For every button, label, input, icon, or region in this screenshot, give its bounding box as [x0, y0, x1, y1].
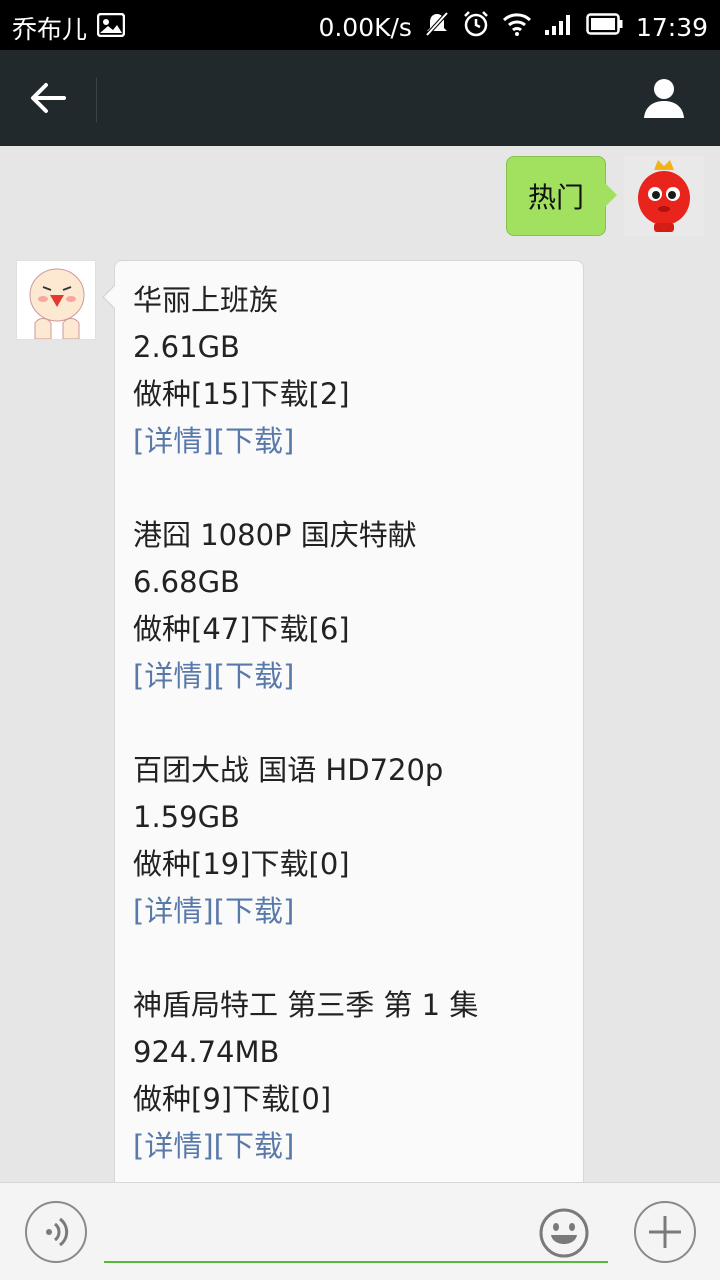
entry-links: [详情][下载] — [133, 888, 565, 935]
voice-button[interactable] — [25, 1201, 87, 1263]
plus-icon — [649, 1216, 681, 1248]
entry-links: [详情][下载] — [133, 653, 565, 700]
download-link[interactable]: [下载] — [214, 424, 295, 458]
voice-icon — [46, 1217, 69, 1247]
status-bar: 乔布儿 0.00K/s 17:39 — [0, 0, 720, 50]
entry-title: 神盾局特工 第三季 第 1 集 — [133, 988, 479, 1022]
entry-size: 1.59GB — [133, 800, 240, 834]
entry-size: 2.61GB — [133, 330, 240, 364]
entry-stats: 做种[47]下载[6] — [133, 612, 350, 646]
entry-size: 924.74MB — [133, 1035, 280, 1069]
entry-title: 百团大战 国语 HD720p — [133, 753, 444, 787]
entry-links: [详情][下载] — [133, 418, 565, 465]
detail-link[interactable]: [详情] — [133, 1129, 214, 1163]
title-bar — [0, 50, 720, 146]
entry-size: 6.68GB — [133, 565, 240, 599]
cartoon-face-avatar-icon — [17, 261, 95, 339]
list-item: 港囧 1080P 国庆特献 6.68GB 做种[47]下载[6] [详情][下载… — [133, 512, 565, 700]
mute-icon — [424, 11, 450, 43]
list-item: 华丽上班族 2.61GB 做种[15]下载[2] [详情][下载] — [133, 277, 565, 465]
list-item: 百团大战 国语 HD720p 1.59GB 做种[19]下载[0] [详情][下… — [133, 747, 565, 935]
chat-area[interactable]: 热门 华丽上班族 2.61GB 做种[15]下载[2] [详情][下载] 港囧 … — [0, 146, 720, 1182]
sent-message-bubble[interactable]: 热门 — [506, 156, 617, 236]
emoji-icon — [539, 1208, 589, 1258]
detail-link[interactable]: [详情] — [133, 894, 214, 928]
entry-stats: 做种[15]下载[2] — [133, 377, 350, 411]
bot-avatar[interactable] — [16, 260, 96, 340]
my-avatar[interactable] — [624, 156, 704, 236]
message-input[interactable] — [104, 1201, 608, 1263]
profile-button[interactable] — [642, 76, 686, 120]
clock-time: 17:39 — [635, 12, 708, 42]
download-link[interactable]: [下载] — [214, 659, 295, 693]
carrier-label: 乔布儿 — [12, 15, 88, 44]
more-button[interactable] — [634, 1201, 696, 1263]
entry-stats: 做种[9]下载[0] — [133, 1082, 332, 1116]
wifi-icon — [502, 12, 532, 42]
download-link[interactable]: [下载] — [214, 894, 295, 928]
status-right: 0.00K/s 17:39 — [318, 10, 708, 44]
signal-icon — [544, 12, 574, 42]
back-button[interactable] — [24, 74, 72, 122]
arrow-left-icon — [31, 83, 66, 113]
network-speed: 0.00K/s — [318, 12, 412, 42]
emoji-button[interactable] — [538, 1207, 590, 1259]
detail-link[interactable]: [详情] — [133, 424, 214, 458]
list-item: 神盾局特工 第三季 第 1 集 924.74MB 做种[9]下载[0] [详情]… — [133, 982, 565, 1170]
red-mascot-avatar-icon — [624, 156, 704, 236]
image-icon — [96, 12, 126, 43]
title-divider — [96, 78, 97, 122]
entry-title: 华丽上班族 — [133, 283, 279, 317]
status-left: 乔布儿 — [12, 10, 126, 46]
alarm-icon — [462, 10, 490, 44]
sent-message-text: 热门 — [527, 181, 584, 214]
person-icon — [644, 79, 684, 118]
download-link[interactable]: [下载] — [214, 1129, 295, 1163]
input-bar — [0, 1182, 720, 1280]
detail-link[interactable]: [详情] — [133, 659, 214, 693]
entry-stats: 做种[19]下载[0] — [133, 847, 350, 881]
entry-links: [详情][下载] — [133, 1123, 565, 1170]
entry-title: 港囧 1080P 国庆特献 — [133, 518, 417, 552]
battery-icon — [586, 12, 624, 42]
received-message-bubble[interactable]: 华丽上班族 2.61GB 做种[15]下载[2] [详情][下载] 港囧 108… — [102, 260, 584, 1182]
